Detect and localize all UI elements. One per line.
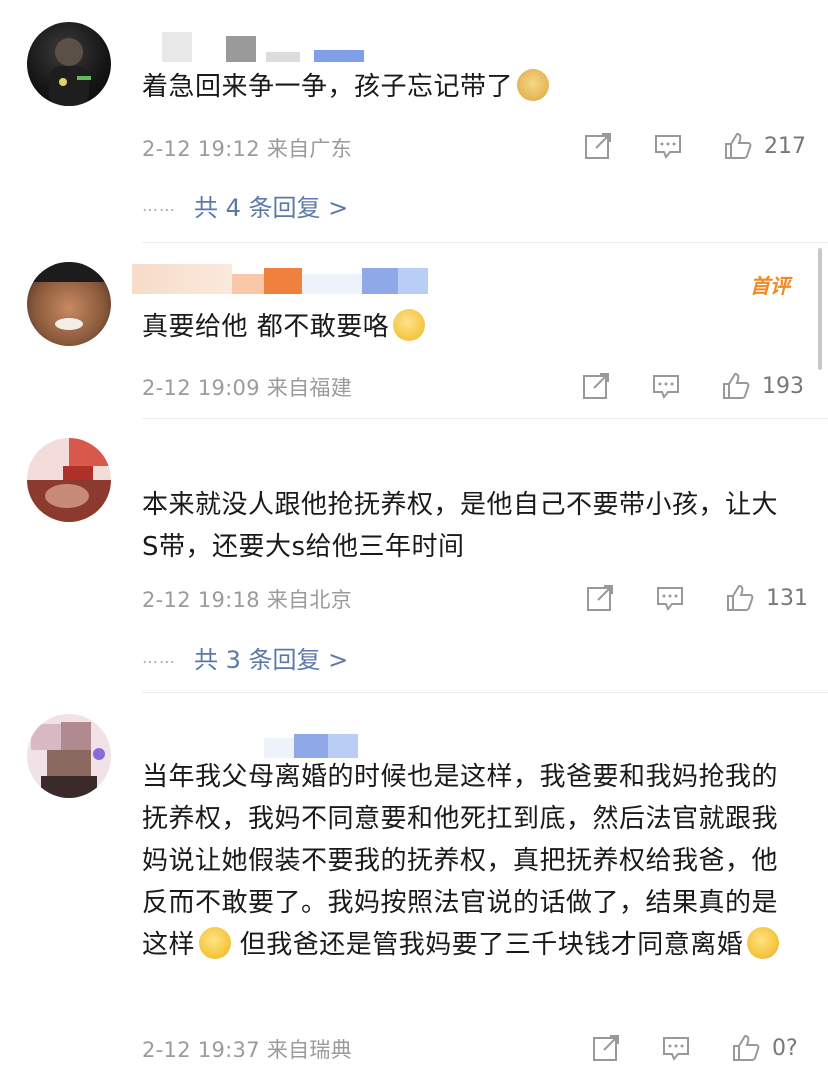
divider	[142, 418, 828, 419]
comment-icon[interactable]	[652, 130, 684, 162]
avatar-image	[49, 38, 91, 106]
replies-label: 共 4 条回复 >	[194, 194, 349, 222]
comment-icon[interactable]	[654, 582, 686, 614]
dots: ……	[142, 648, 176, 667]
avatar[interactable]	[27, 22, 111, 106]
dots: ……	[142, 196, 176, 215]
like-count: 193	[762, 373, 804, 399]
like-icon[interactable]	[724, 582, 756, 614]
avatar-image	[31, 722, 105, 798]
avatar-image	[27, 262, 111, 330]
view-replies-link[interactable]: …… 共 4 条回复 >	[142, 188, 348, 223]
replies-label: 共 3 条回复 >	[194, 646, 349, 674]
comment-meta: 2-12 19:37 来自瑞典	[142, 1038, 353, 1062]
scrollbar[interactable]	[818, 248, 822, 370]
avatar-image	[27, 438, 111, 522]
like-icon[interactable]	[720, 370, 752, 402]
smile-emoji	[199, 927, 232, 959]
comment-text: 着急回来争一争，孩子忘记带了	[142, 66, 788, 108]
username-censored[interactable]	[132, 32, 364, 62]
party-emoji	[747, 927, 780, 959]
avatar[interactable]	[27, 262, 111, 346]
comment-icon[interactable]	[650, 370, 682, 402]
comment-meta: 2-12 19:09 来自福建	[142, 376, 353, 400]
comment-text: 本来就没人跟他抢抚养权，是他自己不要带小孩，让大S带，还要大s给他三年时间	[142, 490, 779, 562]
comment-meta: 2-12 19:12 来自广东	[142, 137, 353, 161]
like-count: 0?	[772, 1035, 798, 1061]
share-icon[interactable]	[582, 130, 614, 162]
share-icon[interactable]	[580, 370, 612, 402]
like-count: 217	[764, 133, 806, 159]
divider	[142, 242, 828, 243]
comment-actions: 193	[580, 368, 804, 404]
first-comment-badge: 首评	[750, 274, 790, 298]
like-icon[interactable]	[730, 1032, 762, 1064]
share-icon[interactable]	[584, 582, 616, 614]
comment-actions: 131	[584, 580, 808, 616]
like-count: 131	[766, 585, 808, 611]
share-icon[interactable]	[590, 1032, 622, 1064]
comment-text: 当年我父母离婚的时候也是这样，我爸要和我妈抢我的抚养权，我妈不同意要和他死扛到底…	[142, 762, 780, 960]
comment-text: 真要给他 都不敢要咯	[142, 306, 788, 348]
avatar[interactable]	[27, 714, 111, 798]
username-censored[interactable]	[132, 728, 358, 758]
view-replies-link[interactable]: …… 共 3 条回复 >	[142, 640, 348, 675]
comment-meta: 2-12 19:18 来自北京	[142, 588, 353, 612]
comment-icon[interactable]	[660, 1032, 692, 1064]
comment-actions: 217	[582, 128, 806, 164]
doge-emoji	[517, 69, 550, 101]
avatar[interactable]	[27, 438, 111, 522]
comment-actions: 0?	[590, 1030, 798, 1066]
divider	[142, 692, 828, 693]
like-icon[interactable]	[722, 130, 754, 162]
username-censored[interactable]	[132, 264, 428, 294]
thinking-emoji	[393, 309, 426, 341]
